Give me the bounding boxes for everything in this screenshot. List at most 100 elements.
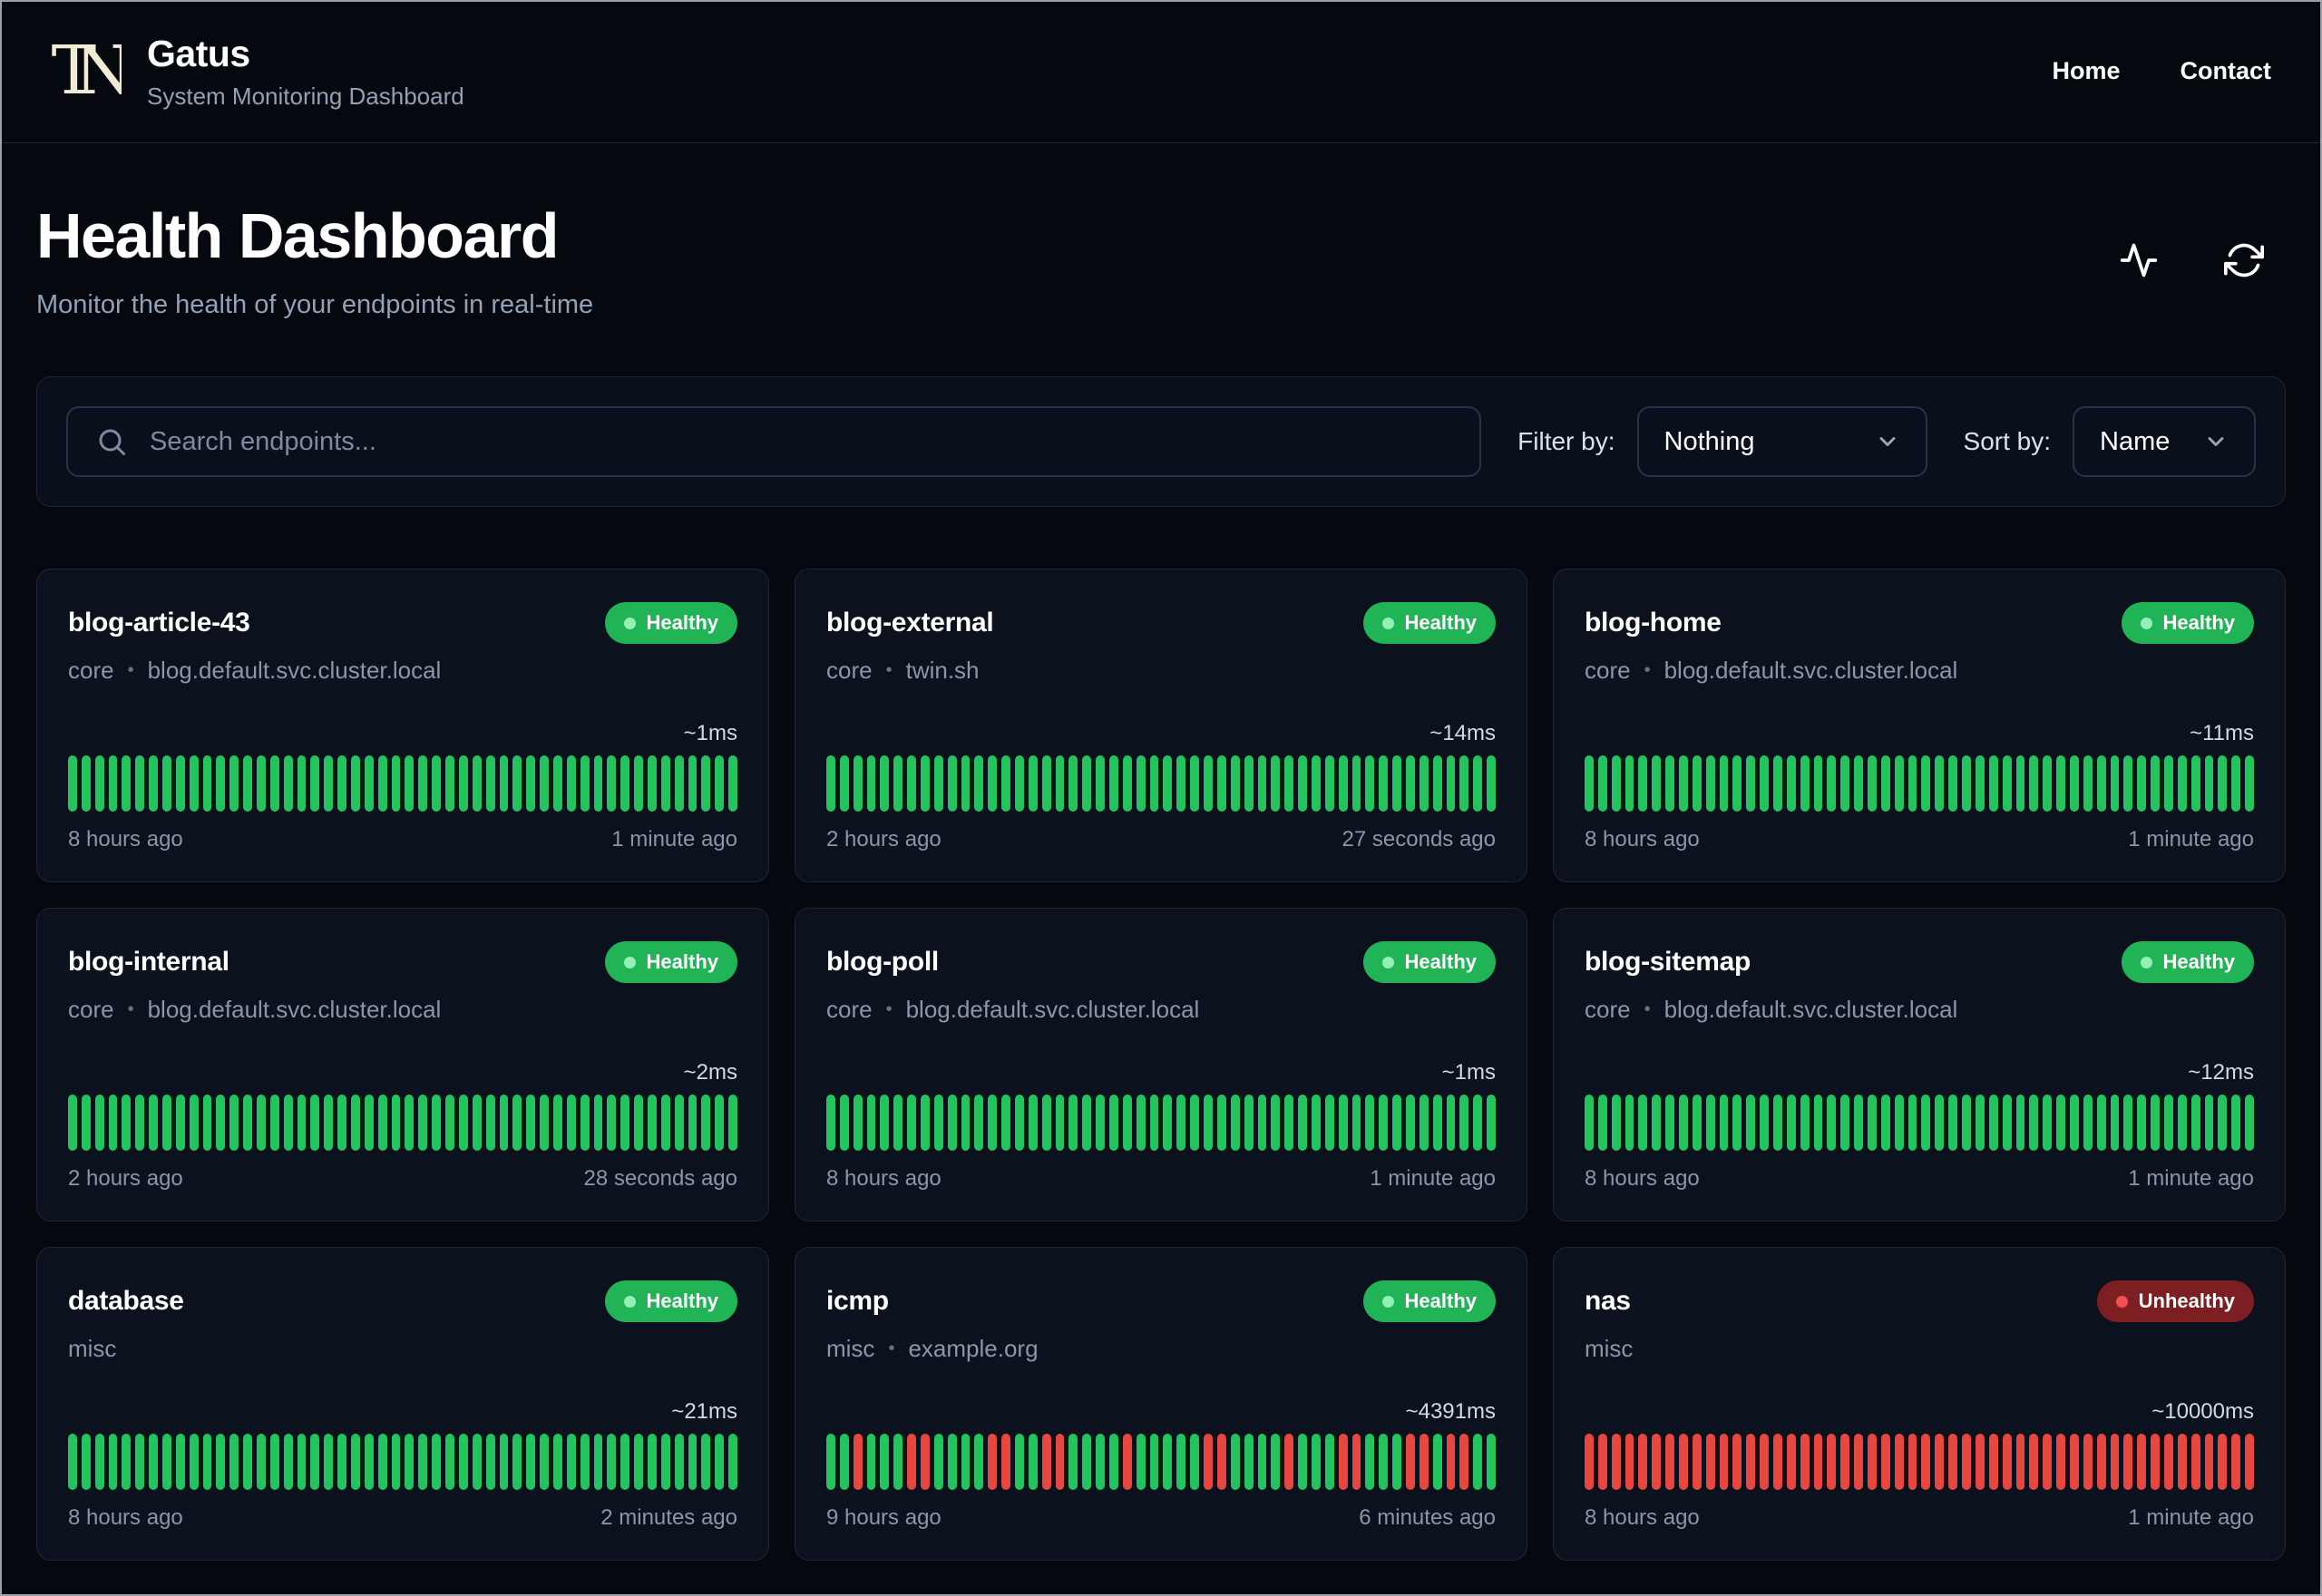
endpoint-card[interactable]: blog-external Healthy core • twin.sh ~14… bbox=[795, 569, 1527, 882]
uptime-bar-success bbox=[1868, 755, 1877, 812]
page-head: Health Dashboard Monitor the health of y… bbox=[36, 200, 2286, 320]
endpoint-card[interactable]: blog-sitemap Healthy core • blog.default… bbox=[1553, 908, 2286, 1221]
uptime-bar-failure bbox=[1746, 1434, 1756, 1490]
meta-separator: • bbox=[127, 660, 134, 680]
uptime-bar-success bbox=[512, 1434, 522, 1490]
endpoint-card[interactable]: blog-poll Healthy core • blog.default.sv… bbox=[795, 908, 1527, 1221]
uptime-bar-success bbox=[1679, 1095, 1688, 1151]
uptime-bar-success bbox=[149, 1434, 159, 1490]
uptime-bar-success bbox=[2190, 755, 2200, 812]
uptime-bar-success bbox=[337, 1434, 347, 1490]
uptime-bar-success bbox=[2096, 1095, 2106, 1151]
time-range: 2 hours ago 27 seconds ago bbox=[826, 827, 1496, 852]
uptime-bar-success bbox=[1597, 1095, 1607, 1151]
uptime-bar-success bbox=[94, 1095, 104, 1151]
uptime-bar-success bbox=[1611, 1095, 1621, 1151]
search-input[interactable] bbox=[66, 406, 1482, 477]
uptime-bar-success bbox=[1638, 755, 1648, 812]
status-badge: Healthy bbox=[604, 1280, 737, 1322]
uptime-bar-success bbox=[593, 1434, 603, 1490]
uptime-bar-success bbox=[1827, 755, 1837, 812]
endpoint-group: misc bbox=[826, 1335, 875, 1362]
activity-icon[interactable] bbox=[2119, 240, 2159, 280]
uptime-bar-failure bbox=[2231, 1434, 2241, 1490]
uptime-bar-failure bbox=[1624, 1434, 1634, 1490]
endpoint-card[interactable]: nas Unhealthy misc ~10000ms 8 hours ago … bbox=[1553, 1247, 2286, 1561]
uptime-bar-success bbox=[1109, 755, 1118, 812]
uptime-bar-success bbox=[688, 755, 698, 812]
uptime-bar-success bbox=[1432, 1095, 1442, 1151]
endpoint-group: misc bbox=[1585, 1335, 1634, 1362]
uptime-bar-success bbox=[1692, 755, 1702, 812]
page-title: Health Dashboard bbox=[36, 200, 560, 271]
uptime-bar-success bbox=[2015, 1095, 2025, 1151]
uptime-bar-success bbox=[189, 1434, 199, 1490]
page-subtitle: Monitor the health of your endpoints in … bbox=[36, 290, 594, 319]
uptime-bar-success bbox=[1773, 1095, 1782, 1151]
uptime-bar-success bbox=[351, 1095, 360, 1151]
uptime-bar-success bbox=[1068, 1434, 1078, 1490]
uptime-bar-success bbox=[458, 755, 468, 812]
uptime-bar-failure bbox=[2163, 1434, 2173, 1490]
uptime-bar-failure bbox=[1446, 1434, 1456, 1490]
uptime-bar-success bbox=[1813, 1095, 1823, 1151]
uptime-bar-success bbox=[2204, 755, 2214, 812]
top-nav: Home Contact bbox=[2052, 57, 2271, 85]
uptime-bars bbox=[826, 755, 1496, 812]
uptime-bar-success bbox=[974, 1434, 984, 1490]
uptime-bar-success bbox=[1311, 1095, 1321, 1151]
uptime-bar-success bbox=[2177, 755, 2187, 812]
endpoint-meta: core • blog.default.svc.cluster.local bbox=[1585, 996, 2254, 1024]
uptime-bar-success bbox=[2218, 755, 2228, 812]
uptime-bar-failure bbox=[2151, 1434, 2160, 1490]
meta-separator: • bbox=[127, 999, 134, 1019]
endpoint-card[interactable]: blog-home Healthy core • blog.default.sv… bbox=[1553, 569, 2286, 882]
uptime-bar-success bbox=[1028, 755, 1038, 812]
endpoint-card[interactable]: blog-article-43 Healthy core • blog.defa… bbox=[36, 569, 769, 882]
endpoint-card[interactable]: icmp Healthy misc • example.org ~4391ms … bbox=[795, 1247, 1527, 1561]
uptime-bar-success bbox=[607, 1434, 617, 1490]
latency-value: ~21ms bbox=[671, 1399, 737, 1424]
meta-separator: • bbox=[885, 660, 893, 680]
uptime-bar-success bbox=[933, 1095, 943, 1151]
filter-dropdown[interactable]: Nothing bbox=[1636, 406, 1927, 477]
endpoint-host: blog.default.svc.cluster.local bbox=[1663, 657, 1958, 684]
uptime-bar-failure bbox=[2110, 1434, 2120, 1490]
endpoint-group: core bbox=[826, 657, 873, 684]
refresh-icon[interactable] bbox=[2224, 240, 2264, 280]
nav-link-contact[interactable]: Contact bbox=[2181, 57, 2272, 85]
endpoint-meta: misc • example.org bbox=[826, 1335, 1496, 1363]
uptime-bar-success bbox=[1082, 1434, 1092, 1490]
status-label: Healthy bbox=[2162, 611, 2235, 634]
uptime-bar-success bbox=[853, 1095, 863, 1151]
time-end: 1 minute ago bbox=[611, 827, 737, 852]
uptime-bar-success bbox=[202, 1095, 212, 1151]
uptime-bar-failure bbox=[1854, 1434, 1864, 1490]
status-label: Healthy bbox=[1404, 950, 1477, 973]
endpoint-card[interactable]: blog-internal Healthy core • blog.defaul… bbox=[36, 908, 769, 1221]
uptime-bar-success bbox=[866, 1434, 876, 1490]
uptime-bar-success bbox=[1585, 755, 1594, 812]
uptime-bar-success bbox=[1122, 755, 1132, 812]
uptime-bar-success bbox=[1096, 1434, 1106, 1490]
uptime-bar-success bbox=[1432, 1434, 1442, 1490]
uptime-bar-success bbox=[961, 1434, 971, 1490]
nav-link-home[interactable]: Home bbox=[2052, 57, 2120, 85]
uptime-bar-success bbox=[921, 755, 930, 812]
endpoint-card[interactable]: database Healthy misc ~21ms 8 hours ago … bbox=[36, 1247, 769, 1561]
uptime-bar-failure bbox=[1935, 1434, 1945, 1490]
status-badge: Healthy bbox=[604, 602, 737, 644]
time-range: 8 hours ago 1 minute ago bbox=[68, 827, 737, 852]
sort-dropdown[interactable]: Name bbox=[2073, 406, 2256, 477]
uptime-bar-success bbox=[202, 1434, 212, 1490]
uptime-bar-success bbox=[1055, 755, 1065, 812]
uptime-bar-success bbox=[94, 755, 104, 812]
uptime-bar-success bbox=[1854, 755, 1864, 812]
uptime-bar-success bbox=[445, 755, 454, 812]
uptime-bar-success bbox=[1746, 755, 1756, 812]
uptime-bar-success bbox=[94, 1434, 104, 1490]
uptime-bar-success bbox=[647, 1095, 657, 1151]
uptime-bar-success bbox=[620, 1095, 630, 1151]
uptime-bar-success bbox=[1473, 1095, 1483, 1151]
status-label: Unhealthy bbox=[2138, 1289, 2235, 1312]
